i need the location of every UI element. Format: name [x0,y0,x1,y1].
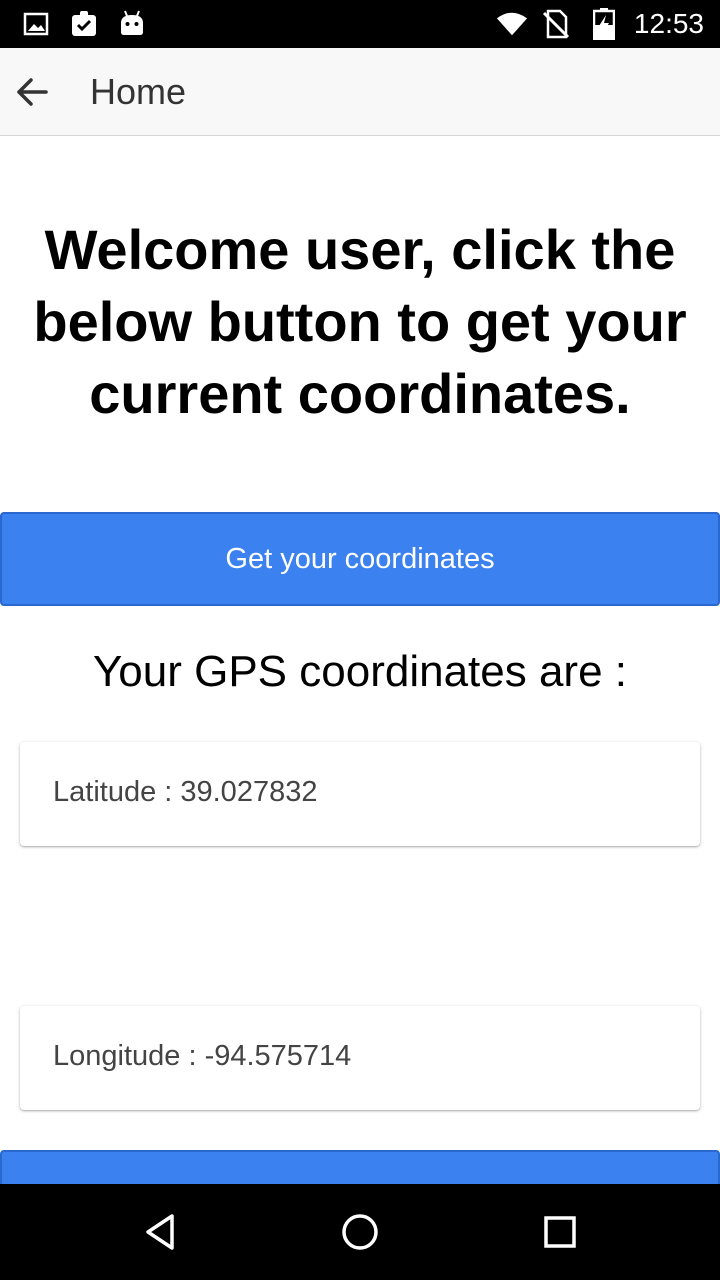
longitude-card: Longitude : -94.575714 [20,1006,700,1110]
status-bar: 12:53 [0,0,720,48]
status-time: 12:53 [633,8,704,39]
latitude-value: Latitude : 39.027832 [53,776,318,808]
home-circle-icon [342,1214,378,1250]
navigation-bar [0,1184,720,1280]
arrow-left-icon [17,78,48,106]
get-coordinates-button[interactable]: Get your coordinates [0,512,720,606]
nav-home-button[interactable] [336,1208,384,1256]
app-bar: Home [0,48,720,136]
page-title: Home [90,71,187,112]
latitude-card: Latitude : 39.027832 [20,742,700,846]
longitude-value: Longitude : -94.575714 [53,1040,352,1072]
back-triangle-icon [146,1214,174,1250]
recents-square-icon [544,1216,576,1248]
coordinates-heading: Your GPS coordinates are : [92,647,627,696]
battery-charging-icon [588,8,620,40]
android-icon [116,8,148,40]
clipboard-check-icon [68,8,100,40]
nav-recents-button[interactable] [536,1208,584,1256]
image-icon [20,8,52,40]
nav-back-button[interactable] [136,1208,184,1256]
no-sim-icon [540,8,572,40]
wifi-icon [496,8,528,40]
welcome-message: Welcome user, click the below button to … [33,218,687,425]
back-button[interactable] [8,68,56,116]
